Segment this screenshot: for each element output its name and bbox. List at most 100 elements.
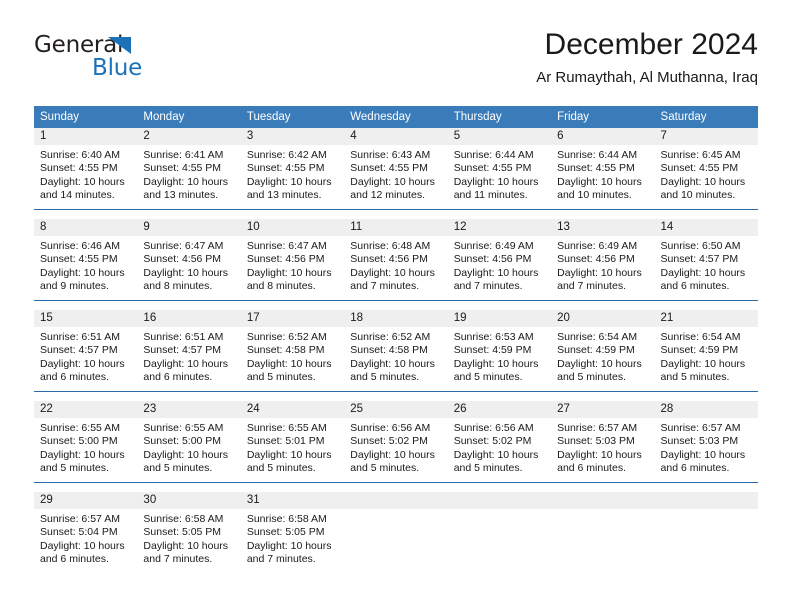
calendar-day-cell[interactable]: 13 Sunrise: 6:49 AM Sunset: 4:56 PM Dayligh… [551, 219, 655, 301]
day-number: 28 [654, 401, 758, 418]
day-number: 26 [447, 401, 552, 418]
day-detail-daylight-1: Daylight: 10 hours [40, 266, 125, 279]
day-detail-daylight-1: Daylight: 10 hours [557, 448, 642, 461]
calendar-day-cell[interactable]: 6 Sunrise: 6:44 AM Sunset: 4:55 PM Daylight… [551, 128, 655, 210]
day-detail-daylight-1: Daylight: 10 hours [453, 357, 539, 370]
day-cell-content: 11 Sunrise: 6:48 AM Sunset: 4:56 PM Dayligh… [344, 219, 448, 300]
day-number: 7 [654, 128, 758, 145]
day-detail-sunset: Sunset: 4:55 PM [350, 162, 428, 175]
day-detail-daylight-2: and 6 minutes. [557, 462, 626, 475]
calendar-day-cell[interactable]: 29 Sunrise: 6:57 AM Sunset: 5:04 PM Dayligh… [34, 492, 138, 573]
day-detail-daylight-1: Daylight: 10 hours [350, 357, 435, 370]
day-detail-sunrise: Sunrise: 6:54 AM [660, 331, 741, 343]
day-details: Sunrise: 6:49 AM Sunset: 4:56 PM Daylight:… [551, 236, 654, 294]
day-details [448, 509, 551, 513]
day-detail-sunset: Sunset: 4:57 PM [143, 344, 222, 357]
calendar-week-row: 8 Sunrise: 6:46 AM Sunset: 4:55 PM Daylight… [34, 219, 758, 301]
calendar-day-cell[interactable]: 20 Sunrise: 6:54 AM Sunset: 4:59 PM Dayligh… [551, 310, 655, 392]
calendar-day-cell[interactable]: 2 Sunrise: 6:41 AM Sunset: 4:55 PM Daylight… [137, 128, 241, 210]
week-separator [34, 482, 758, 492]
day-detail-daylight-2: and 11 minutes. [453, 189, 528, 202]
day-detail-sunset: Sunset: 5:04 PM [40, 526, 118, 539]
calendar-day-cell[interactable]: 15 Sunrise: 6:51 AM Sunset: 4:57 PM Dayligh… [34, 310, 138, 392]
day-cell-content: 10 Sunrise: 6:47 AM Sunset: 4:56 PM Dayligh… [240, 219, 345, 300]
day-details: Sunrise: 6:57 AM Sunset: 5:03 PM Daylight:… [551, 418, 654, 476]
day-details: Sunrise: 6:49 AM Sunset: 4:56 PM Daylight:… [448, 236, 551, 294]
calendar-day-cell[interactable]: 11 Sunrise: 6:48 AM Sunset: 4:56 PM Dayligh… [344, 219, 448, 301]
day-cell-content: 23 Sunrise: 6:55 AM Sunset: 5:00 PM Dayligh… [137, 401, 241, 482]
logo-word-blue: Blue [92, 55, 143, 81]
calendar-day-cell[interactable]: 21 Sunrise: 6:54 AM Sunset: 4:59 PM Dayligh… [654, 310, 758, 392]
calendar-day-cell[interactable]: 7 Sunrise: 6:45 AM Sunset: 4:55 PM Daylight… [654, 128, 758, 210]
calendar-day-cell[interactable]: 24 Sunrise: 6:55 AM Sunset: 5:01 PM Dayligh… [240, 401, 345, 483]
weekday-header-tuesday: Tuesday [240, 106, 345, 128]
day-detail-sunrise: Sunrise: 6:48 AM [350, 240, 431, 252]
calendar-day-cell[interactable]: 23 Sunrise: 6:55 AM Sunset: 5:00 PM Dayligh… [137, 401, 241, 483]
day-cell-content: 9 Sunrise: 6:47 AM Sunset: 4:56 PM Daylight… [137, 219, 241, 300]
calendar-day-cell[interactable]: 27 Sunrise: 6:57 AM Sunset: 5:03 PM Dayligh… [551, 401, 655, 483]
day-detail-daylight-2: and 5 minutes. [350, 371, 420, 384]
day-details: Sunrise: 6:41 AM Sunset: 4:55 PM Daylight:… [137, 145, 240, 203]
day-cell-content: 28 Sunrise: 6:57 AM Sunset: 5:03 PM Dayligh… [654, 401, 758, 482]
day-cell-content: 5 Sunrise: 6:44 AM Sunset: 4:55 PM Daylight… [447, 128, 552, 209]
day-details: Sunrise: 6:55 AM Sunset: 5:00 PM Daylight:… [137, 418, 240, 476]
day-cell-content [344, 492, 448, 573]
calendar-day-cell-empty [447, 492, 552, 573]
day-detail-sunset: Sunset: 4:58 PM [350, 344, 428, 357]
day-detail-sunset: Sunset: 4:59 PM [557, 344, 635, 357]
day-detail-daylight-2: and 5 minutes. [453, 371, 523, 384]
calendar-day-cell[interactable]: 12 Sunrise: 6:49 AM Sunset: 4:56 PM Dayligh… [447, 219, 552, 301]
day-detail-daylight-1: Daylight: 10 hours [660, 448, 746, 461]
brand-logo[interactable]: General Blue [34, 32, 234, 84]
calendar-day-cell[interactable]: 18 Sunrise: 6:52 AM Sunset: 4:58 PM Dayligh… [344, 310, 448, 392]
day-number: 8 [34, 219, 138, 236]
calendar-day-cell[interactable]: 8 Sunrise: 6:46 AM Sunset: 4:55 PM Daylight… [34, 219, 138, 301]
day-detail-daylight-1: Daylight: 10 hours [40, 539, 125, 552]
calendar-day-cell[interactable]: 4 Sunrise: 6:43 AM Sunset: 4:55 PM Daylight… [344, 128, 448, 210]
calendar-day-cell[interactable]: 3 Sunrise: 6:42 AM Sunset: 4:55 PM Daylight… [240, 128, 345, 210]
weekday-header-row: Sunday Monday Tuesday Wednesday Thursday… [34, 106, 758, 128]
day-detail-daylight-1: Daylight: 10 hours [660, 175, 746, 188]
day-details: Sunrise: 6:57 AM Sunset: 5:04 PM Daylight:… [34, 509, 137, 567]
day-detail-sunrise: Sunrise: 6:57 AM [660, 422, 741, 434]
day-detail-daylight-2: and 5 minutes. [453, 462, 523, 475]
calendar-week-row: 22 Sunrise: 6:55 AM Sunset: 5:00 PM Dayligh… [34, 401, 758, 483]
weekday-header-thursday: Thursday [447, 106, 552, 128]
day-details: Sunrise: 6:51 AM Sunset: 4:57 PM Daylight:… [34, 327, 137, 385]
calendar-day-cell[interactable]: 5 Sunrise: 6:44 AM Sunset: 4:55 PM Daylight… [447, 128, 552, 210]
day-cell-content: 1 Sunrise: 6:40 AM Sunset: 4:55 PM Daylight… [34, 128, 138, 209]
day-number: 24 [240, 401, 345, 418]
day-cell-content [654, 492, 758, 573]
calendar-day-cell[interactable]: 25 Sunrise: 6:56 AM Sunset: 5:02 PM Dayligh… [344, 401, 448, 483]
day-detail-daylight-2: and 5 minutes. [557, 371, 626, 384]
calendar-day-cell[interactable]: 10 Sunrise: 6:47 AM Sunset: 4:56 PM Dayligh… [240, 219, 345, 301]
day-detail-sunset: Sunset: 5:02 PM [453, 435, 532, 448]
day-cell-content: 2 Sunrise: 6:41 AM Sunset: 4:55 PM Daylight… [137, 128, 241, 209]
day-detail-daylight-1: Daylight: 10 hours [143, 357, 229, 370]
day-number: 29 [34, 492, 138, 509]
calendar-day-cell[interactable]: 9 Sunrise: 6:47 AM Sunset: 4:56 PM Daylight… [137, 219, 241, 301]
day-detail-sunrise: Sunrise: 6:56 AM [350, 422, 431, 434]
calendar-day-cell[interactable]: 17 Sunrise: 6:52 AM Sunset: 4:58 PM Dayligh… [240, 310, 345, 392]
day-detail-sunset: Sunset: 4:55 PM [453, 162, 532, 175]
day-number: 3 [240, 128, 345, 145]
calendar-day-cell[interactable]: 1 Sunrise: 6:40 AM Sunset: 4:55 PM Daylight… [34, 128, 138, 210]
calendar-day-cell[interactable]: 19 Sunrise: 6:53 AM Sunset: 4:59 PM Dayligh… [447, 310, 552, 392]
day-details: Sunrise: 6:43 AM Sunset: 4:55 PM Daylight:… [344, 145, 447, 203]
day-details: Sunrise: 6:44 AM Sunset: 4:55 PM Daylight:… [448, 145, 551, 203]
calendar-day-cell[interactable]: 14 Sunrise: 6:50 AM Sunset: 4:57 PM Dayligh… [654, 219, 758, 301]
calendar-day-cell[interactable]: 16 Sunrise: 6:51 AM Sunset: 4:57 PM Dayligh… [137, 310, 241, 392]
day-number: 18 [344, 310, 448, 327]
calendar-day-cell[interactable]: 26 Sunrise: 6:56 AM Sunset: 5:02 PM Dayligh… [447, 401, 552, 483]
calendar-day-cell[interactable]: 28 Sunrise: 6:57 AM Sunset: 5:03 PM Dayligh… [654, 401, 758, 483]
day-detail-sunrise: Sunrise: 6:51 AM [143, 331, 224, 343]
day-cell-content [551, 492, 655, 573]
day-detail-daylight-2: and 10 minutes. [557, 189, 632, 202]
calendar-day-cell[interactable]: 30 Sunrise: 6:58 AM Sunset: 5:05 PM Dayligh… [137, 492, 241, 573]
day-detail-sunrise: Sunrise: 6:55 AM [40, 422, 120, 434]
day-detail-daylight-2: and 5 minutes. [246, 462, 316, 475]
day-cell-content: 3 Sunrise: 6:42 AM Sunset: 4:55 PM Daylight… [240, 128, 345, 209]
day-number [447, 492, 552, 509]
calendar-day-cell[interactable]: 31 Sunrise: 6:58 AM Sunset: 5:05 PM Dayligh… [240, 492, 345, 573]
calendar-day-cell[interactable]: 22 Sunrise: 6:55 AM Sunset: 5:00 PM Dayligh… [34, 401, 138, 483]
